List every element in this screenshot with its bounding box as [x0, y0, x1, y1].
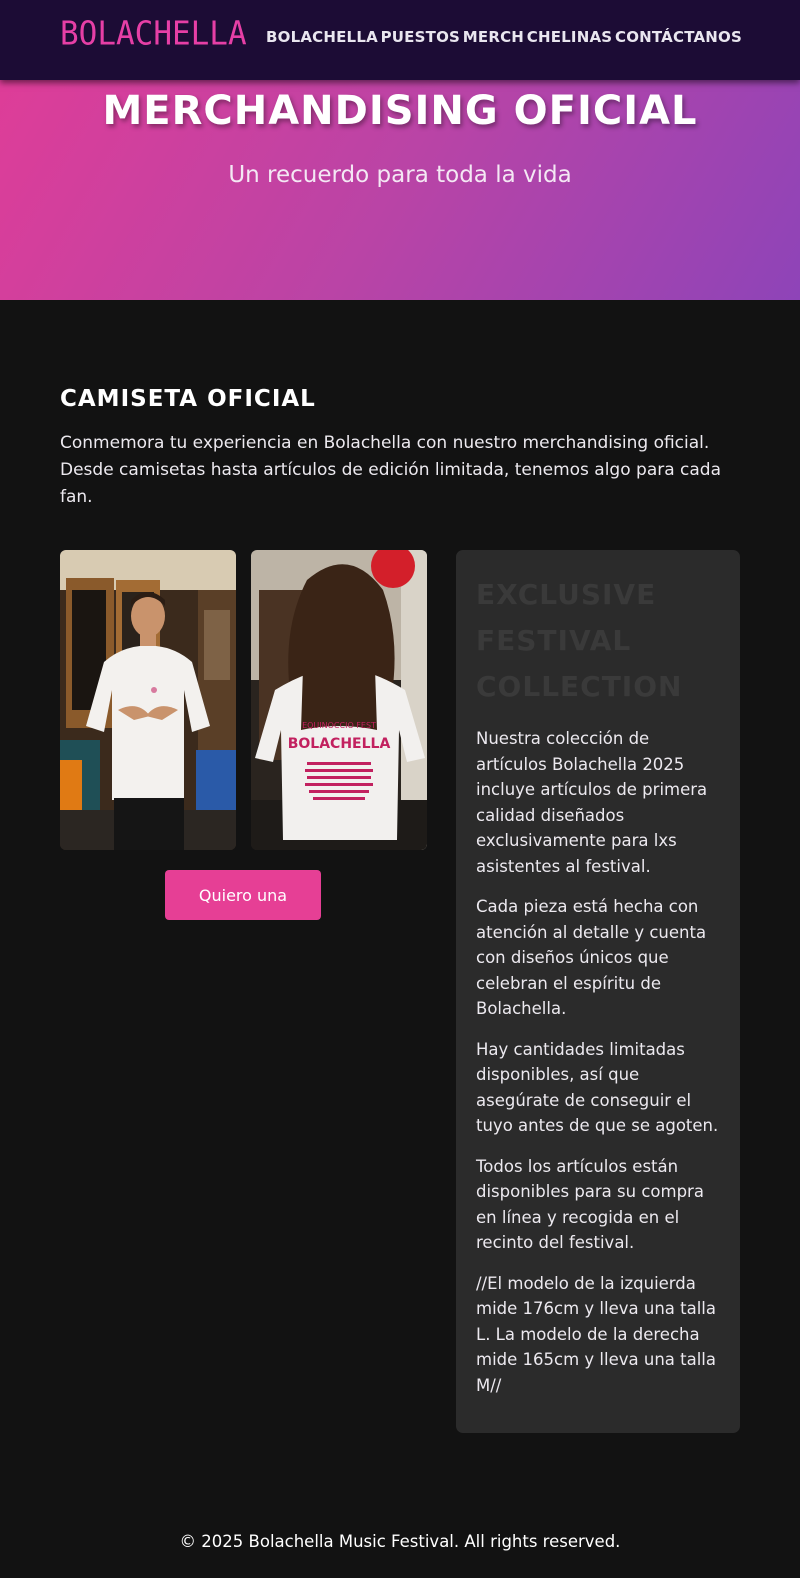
nav-links: Bolachella Puestos Merch Chelinas Contác… [266, 28, 742, 46]
panel-paragraph: Hay cantidades limitadas disponibles, as… [476, 1039, 719, 1136]
hero-subtitle: Un recuerdo para toda la vida [228, 162, 572, 188]
navbar: BOLACHELLA Bolachella Puestos Merch Chel… [0, 0, 800, 80]
nav-link-bolachella[interactable]: Bolachella [266, 28, 378, 46]
hero-title: MERCHANDISING OFICIAL [102, 88, 698, 134]
hero-banner: MERCHANDISING OFICIAL Un recuerdo para t… [0, 80, 800, 300]
shirt-print-brand: BOLACHELLA [288, 736, 391, 752]
model-front-photo [60, 550, 236, 850]
panel-paragraph: Cada pieza está hecha con atención al de… [476, 897, 707, 1018]
model-back-photo: EQUINOCCIO FEST BOLACHELLA [251, 550, 427, 850]
intro-text: Conmemora tu experiencia en Bolachella c… [60, 433, 722, 507]
panel-title: EXCLUSIVE FESTIVAL COLLECTION [476, 578, 683, 703]
collection-panel: EXCLUSIVE FESTIVAL COLLECTION Nuestra co… [456, 550, 740, 1433]
panel-paragraph: Nuestra colección de artículos Bolachell… [476, 729, 708, 876]
panel-paragraph: Todos los artículos están disponibles pa… [476, 1156, 704, 1253]
nav-link-chelinas[interactable]: Chelinas [527, 28, 613, 46]
panel-paragraph: //El modelo de la izquierda mide 176cm y… [476, 1273, 716, 1395]
nav-link-contactanos[interactable]: Contáctanos [615, 28, 742, 46]
shirt-print-top: EQUINOCCIO FEST [302, 721, 376, 730]
section-title: CAMISETA OFICIAL [60, 386, 316, 412]
site-logo[interactable]: BOLACHELLA [60, 15, 247, 53]
footer-copyright: © 2025 Bolachella Music Festival. All ri… [179, 1532, 621, 1551]
nav-link-puestos[interactable]: Puestos [381, 28, 460, 46]
want-one-button[interactable]: Quiero una [165, 870, 321, 920]
nav-link-merch[interactable]: Merch [463, 28, 524, 46]
